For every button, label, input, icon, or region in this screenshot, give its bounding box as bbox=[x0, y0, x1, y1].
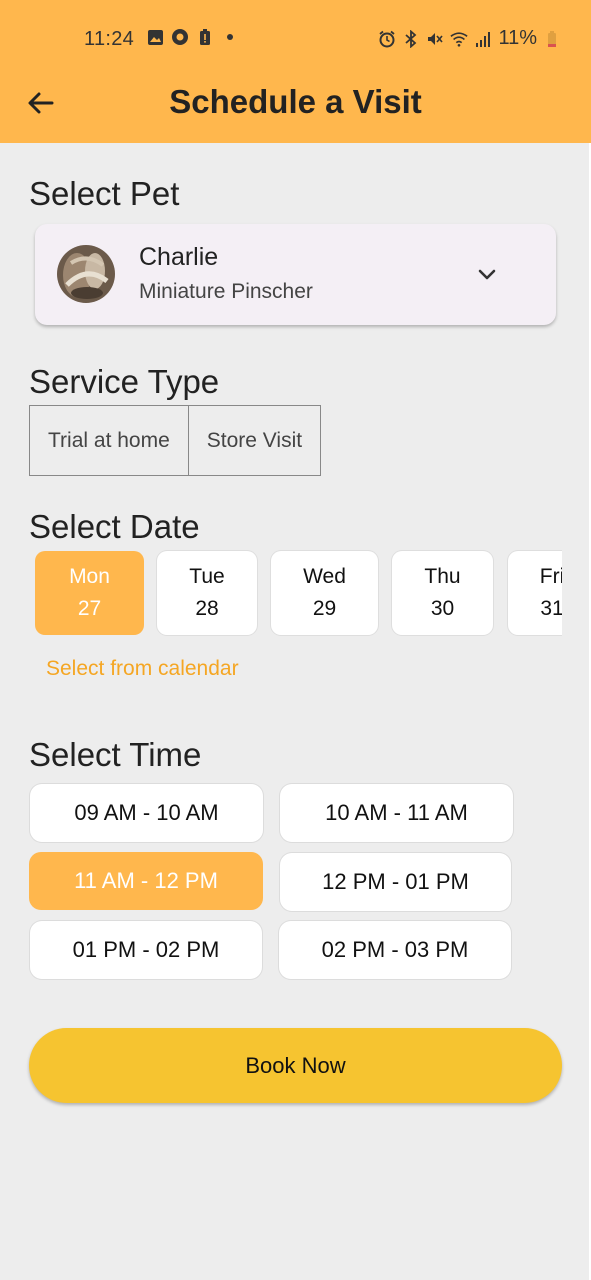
date-number: 29 bbox=[312, 597, 337, 620]
date-number: 31 bbox=[540, 597, 562, 620]
alarm-icon bbox=[378, 30, 396, 48]
status-time: 11:24 bbox=[84, 28, 135, 50]
service-option-trial-at-home[interactable]: Trial at home bbox=[30, 406, 188, 475]
service-type-toggle: Trial at home Store Visit bbox=[29, 405, 322, 476]
app-notification-icon bbox=[171, 28, 189, 46]
date-card[interactable]: Mon 27 bbox=[35, 551, 144, 635]
time-slot-button[interactable]: 01 PM - 02 PM bbox=[30, 921, 262, 979]
date-day: Mon bbox=[69, 565, 110, 588]
select-date-label: Select Date bbox=[29, 508, 200, 545]
time-slot-button[interactable]: 02 PM - 03 PM bbox=[279, 921, 511, 979]
pet-name: Charlie bbox=[139, 243, 219, 271]
time-slot-button-selected[interactable]: 11 AM - 12 PM bbox=[29, 852, 263, 910]
time-slot-button[interactable]: 12 PM - 01 PM bbox=[280, 853, 511, 911]
bluetooth-icon bbox=[402, 29, 420, 48]
app-bar: 11:24 11% Schedule a Visit bbox=[0, 0, 591, 143]
status-bar: 11:24 11% bbox=[0, 0, 591, 78]
date-number: 27 bbox=[77, 597, 102, 620]
pet-selector-dropdown[interactable]: Charlie Miniature Pinscher bbox=[35, 224, 556, 325]
time-slot-button[interactable]: 10 AM - 11 AM bbox=[280, 784, 513, 842]
battery-icon bbox=[543, 30, 561, 48]
service-type-label: Service Type bbox=[29, 363, 220, 400]
date-card[interactable]: Tue 28 bbox=[157, 551, 257, 635]
date-number: 28 bbox=[195, 597, 219, 620]
select-from-calendar-link[interactable]: Select from calendar bbox=[46, 657, 239, 681]
date-day: Wed bbox=[303, 565, 346, 588]
select-time-label: Select Time bbox=[29, 736, 202, 773]
gallery-icon bbox=[146, 28, 164, 46]
service-option-store-visit[interactable]: Store Visit bbox=[187, 406, 320, 475]
wifi-icon bbox=[450, 30, 469, 48]
date-card[interactable]: Thu 30 bbox=[392, 551, 493, 635]
time-slot-button[interactable]: 09 AM - 10 AM bbox=[30, 784, 263, 842]
page-title: Schedule a Visit bbox=[169, 83, 422, 120]
pet-breed: Miniature Pinscher bbox=[139, 280, 313, 303]
date-scroller[interactable]: Mon 27 Tue 28 Wed 29 Thu 30 Fri 31 bbox=[0, 549, 562, 637]
date-card[interactable]: Wed 29 bbox=[271, 551, 378, 635]
chevron-down-icon[interactable] bbox=[475, 262, 499, 286]
more-notifications-dot-icon bbox=[221, 28, 239, 46]
battery-alert-icon bbox=[196, 28, 214, 46]
battery-percent: 11% bbox=[498, 27, 537, 49]
signal-icon bbox=[474, 30, 492, 48]
date-day: Tue bbox=[189, 565, 225, 588]
pet-avatar bbox=[57, 245, 115, 303]
date-number: 30 bbox=[430, 597, 455, 620]
select-pet-label: Select Pet bbox=[29, 175, 180, 212]
mute-icon bbox=[426, 30, 444, 48]
date-day: Fri bbox=[539, 565, 562, 588]
date-card[interactable]: Fri 31 bbox=[508, 551, 562, 635]
date-day: Thu bbox=[424, 565, 461, 588]
book-now-button[interactable]: Book Now bbox=[29, 1028, 562, 1103]
